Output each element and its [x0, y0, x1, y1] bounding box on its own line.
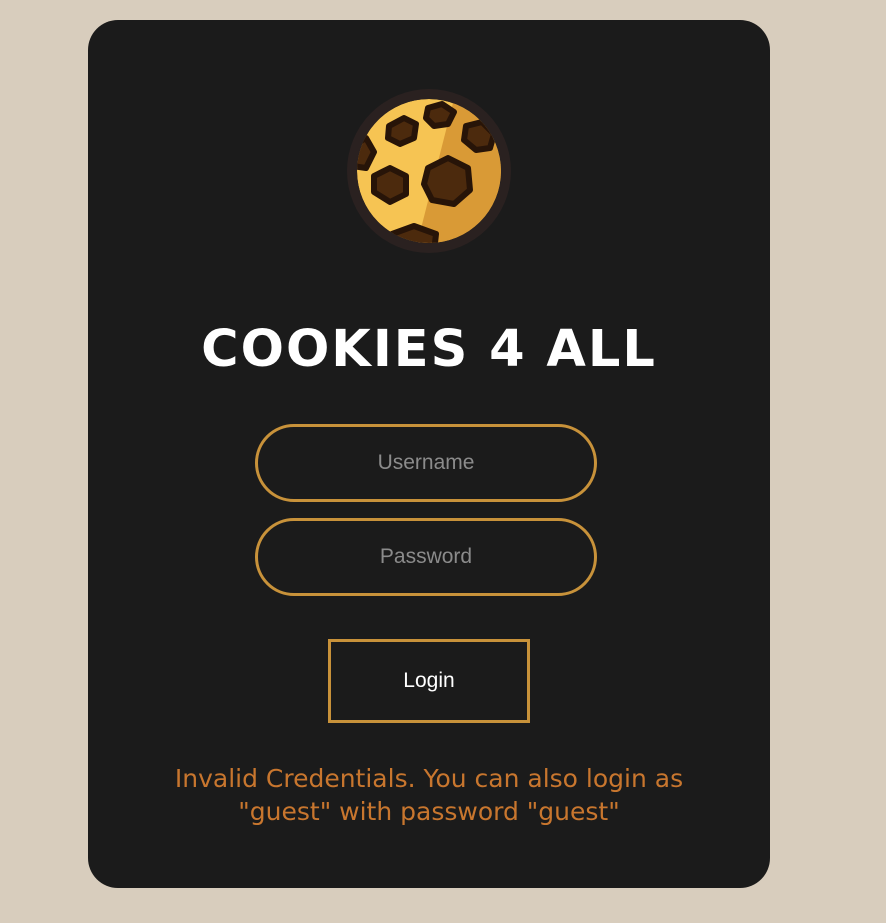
password-input[interactable] [255, 518, 597, 596]
error-message-line-1: Invalid Credentials. You can also login … [174, 764, 684, 793]
error-message-line-2: "guest" with password "guest" [238, 797, 620, 826]
cookie-icon [347, 89, 511, 253]
login-button[interactable]: Login [328, 639, 530, 723]
username-input[interactable] [255, 424, 597, 502]
login-card: COOKIES 4 ALL Login Invalid Credentials.… [88, 20, 770, 888]
error-message: Invalid Credentials. You can also login … [88, 762, 770, 828]
page-title: COOKIES 4 ALL [201, 320, 657, 379]
